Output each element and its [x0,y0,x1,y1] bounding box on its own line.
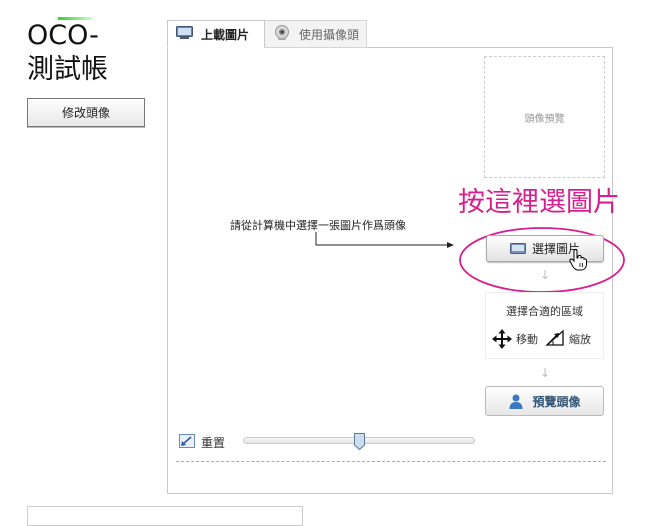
zoom-label: 縮放 [569,333,591,346]
reset-label[interactable]: 重置 [201,434,225,451]
instruction-text: 請從計算機中選擇一張圖片作爲頭像 [230,219,406,232]
page-title-line2: 測試帳 [27,54,108,85]
preview-avatar-button[interactable]: 預覽頭像 [485,386,604,416]
image-icon [509,242,526,255]
monitor-icon [176,25,193,43]
user-icon [508,393,524,409]
crop-area-title: 選擇合適的區域 [506,305,583,318]
tab-upload-label: 上載圖片 [201,27,250,42]
tab-camera-label: 使用攝像頭 [299,27,360,42]
move-label: 移動 [516,333,538,346]
preview-avatar-label: 預覽頭像 [532,394,581,409]
divider [176,461,606,462]
instruction-arrow [315,232,454,248]
webcam-icon [273,24,291,44]
edit-avatar-button[interactable]: 修改頭像 [27,98,145,127]
step-down-arrow-icon: ↓ [540,268,551,282]
hand-cursor-icon [569,249,587,271]
annotation-text: 按這裡選圖片 [458,187,620,218]
tab-upload-image[interactable]: 上載圖片 [167,20,265,48]
zoom-slider-thumb[interactable] [353,433,365,450]
step-down-arrow-icon: ↓ [540,366,551,380]
avatar-preview-box: 頭像預覽 [484,56,605,178]
move-arrows-icon [492,329,512,349]
avatar-preview-label: 頭像預覽 [524,113,565,125]
bottom-input-box [27,506,303,526]
page-title-line1: OCO- [27,20,99,51]
tab-use-webcam[interactable]: 使用攝像頭 [265,20,367,48]
reset-icon[interactable] [179,434,195,448]
resize-icon [545,329,564,346]
